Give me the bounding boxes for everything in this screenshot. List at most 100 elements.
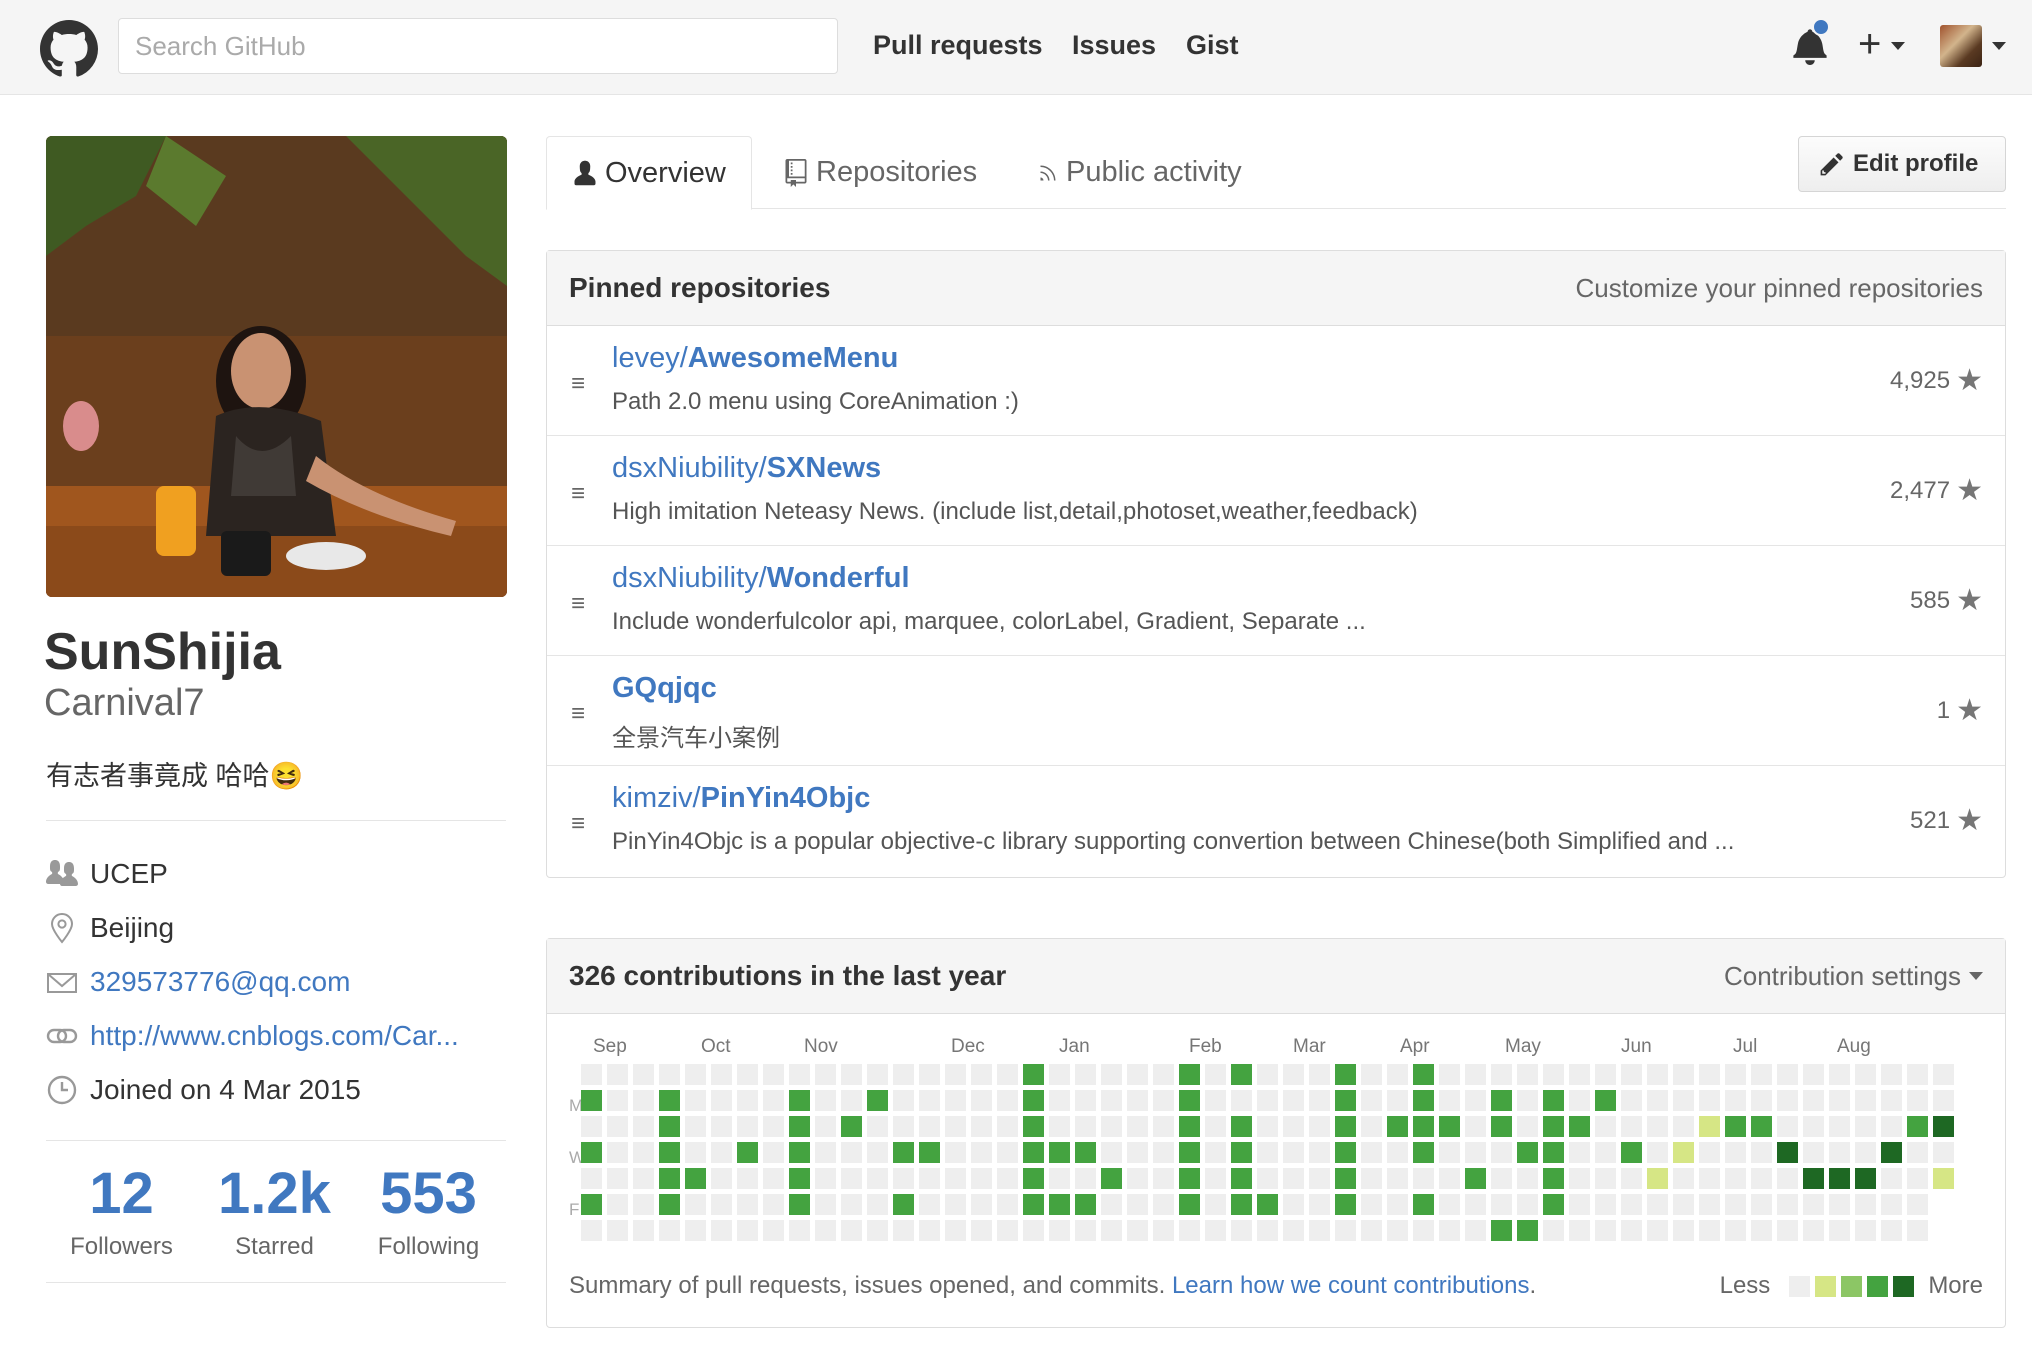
followers-stat[interactable]: 12 Followers bbox=[44, 1160, 199, 1261]
contribution-day-cell[interactable] bbox=[1465, 1142, 1486, 1163]
contribution-day-cell[interactable] bbox=[919, 1220, 940, 1241]
contribution-day-cell[interactable] bbox=[1205, 1064, 1226, 1085]
contribution-day-cell[interactable] bbox=[1881, 1194, 1902, 1215]
contribution-day-cell[interactable] bbox=[1101, 1220, 1122, 1241]
drag-handle-icon[interactable]: ≡ bbox=[571, 700, 585, 728]
contribution-day-cell[interactable] bbox=[1179, 1168, 1200, 1189]
contribution-day-cell[interactable] bbox=[659, 1194, 680, 1215]
contribution-day-cell[interactable] bbox=[997, 1116, 1018, 1137]
contribution-day-cell[interactable] bbox=[1127, 1142, 1148, 1163]
customize-pins-link[interactable]: Customize your pinned repositories bbox=[1575, 273, 1983, 304]
contribution-day-cell[interactable] bbox=[971, 1168, 992, 1189]
contribution-day-cell[interactable] bbox=[1933, 1168, 1954, 1189]
contribution-day-cell[interactable] bbox=[1387, 1142, 1408, 1163]
contribution-day-cell[interactable] bbox=[1309, 1064, 1330, 1085]
contribution-day-cell[interactable] bbox=[1465, 1064, 1486, 1085]
contribution-day-cell[interactable] bbox=[737, 1064, 758, 1085]
contribution-day-cell[interactable] bbox=[1491, 1168, 1512, 1189]
contribution-day-cell[interactable] bbox=[1361, 1116, 1382, 1137]
drag-handle-icon[interactable]: ≡ bbox=[571, 370, 585, 398]
contribution-day-cell[interactable] bbox=[1179, 1142, 1200, 1163]
contribution-day-cell[interactable] bbox=[1127, 1116, 1148, 1137]
contribution-day-cell[interactable] bbox=[1517, 1116, 1538, 1137]
contribution-day-cell[interactable] bbox=[1881, 1142, 1902, 1163]
contribution-day-cell[interactable] bbox=[1933, 1142, 1954, 1163]
contribution-day-cell[interactable] bbox=[1023, 1168, 1044, 1189]
contribution-day-cell[interactable] bbox=[1101, 1168, 1122, 1189]
contribution-day-cell[interactable] bbox=[945, 1194, 966, 1215]
contribution-day-cell[interactable] bbox=[841, 1064, 862, 1085]
repo-stars[interactable]: 1 ★ bbox=[1937, 696, 1983, 726]
contribution-day-cell[interactable] bbox=[1309, 1090, 1330, 1111]
contribution-day-cell[interactable] bbox=[815, 1064, 836, 1085]
contribution-day-cell[interactable] bbox=[1621, 1064, 1642, 1085]
contribution-day-cell[interactable] bbox=[1387, 1090, 1408, 1111]
contribution-day-cell[interactable] bbox=[1543, 1090, 1564, 1111]
contribution-day-cell[interactable] bbox=[945, 1090, 966, 1111]
contribution-day-cell[interactable] bbox=[815, 1168, 836, 1189]
drag-handle-icon[interactable]: ≡ bbox=[571, 480, 585, 508]
contribution-day-cell[interactable] bbox=[1855, 1064, 1876, 1085]
contribution-day-cell[interactable] bbox=[1855, 1090, 1876, 1111]
contribution-day-cell[interactable] bbox=[1257, 1064, 1278, 1085]
contribution-day-cell[interactable] bbox=[1933, 1116, 1954, 1137]
contribution-day-cell[interactable] bbox=[1673, 1220, 1694, 1241]
contribution-day-cell[interactable] bbox=[867, 1194, 888, 1215]
contribution-day-cell[interactable] bbox=[763, 1168, 784, 1189]
contribution-day-cell[interactable] bbox=[581, 1168, 602, 1189]
contribution-day-cell[interactable] bbox=[1491, 1194, 1512, 1215]
contribution-day-cell[interactable] bbox=[1673, 1090, 1694, 1111]
user-menu-avatar[interactable] bbox=[1940, 25, 1982, 67]
contribution-day-cell[interactable] bbox=[1647, 1064, 1668, 1085]
contribution-day-cell[interactable] bbox=[737, 1220, 758, 1241]
contribution-day-cell[interactable] bbox=[945, 1142, 966, 1163]
contribution-day-cell[interactable] bbox=[1413, 1116, 1434, 1137]
edit-profile-button[interactable]: Edit profile bbox=[1798, 136, 2006, 192]
github-logo-icon[interactable] bbox=[40, 20, 98, 78]
contribution-day-cell[interactable] bbox=[1179, 1220, 1200, 1241]
contribution-day-cell[interactable] bbox=[1725, 1142, 1746, 1163]
contribution-day-cell[interactable] bbox=[1205, 1142, 1226, 1163]
contribution-day-cell[interactable] bbox=[945, 1168, 966, 1189]
contribution-day-cell[interactable] bbox=[919, 1142, 940, 1163]
contribution-day-cell[interactable] bbox=[1231, 1142, 1252, 1163]
contribution-day-cell[interactable] bbox=[1829, 1168, 1850, 1189]
contribution-day-cell[interactable] bbox=[1205, 1090, 1226, 1111]
contribution-day-cell[interactable] bbox=[789, 1220, 810, 1241]
contribution-day-cell[interactable] bbox=[893, 1168, 914, 1189]
contribution-day-cell[interactable] bbox=[971, 1194, 992, 1215]
contribution-day-cell[interactable] bbox=[1101, 1194, 1122, 1215]
contribution-day-cell[interactable] bbox=[1153, 1194, 1174, 1215]
contribution-day-cell[interactable] bbox=[1907, 1064, 1928, 1085]
contribution-day-cell[interactable] bbox=[1075, 1116, 1096, 1137]
contribution-day-cell[interactable] bbox=[1777, 1116, 1798, 1137]
contribution-day-cell[interactable] bbox=[893, 1142, 914, 1163]
contribution-day-cell[interactable] bbox=[1309, 1142, 1330, 1163]
contribution-day-cell[interactable] bbox=[1335, 1064, 1356, 1085]
learn-how-link[interactable]: Learn how we count contributions bbox=[1172, 1272, 1530, 1299]
contribution-day-cell[interactable] bbox=[1075, 1168, 1096, 1189]
contribution-day-cell[interactable] bbox=[945, 1116, 966, 1137]
contribution-day-cell[interactable] bbox=[659, 1168, 680, 1189]
contribution-day-cell[interactable] bbox=[1439, 1168, 1460, 1189]
contribution-day-cell[interactable] bbox=[1387, 1064, 1408, 1085]
contribution-day-cell[interactable] bbox=[711, 1194, 732, 1215]
contribution-day-cell[interactable] bbox=[867, 1168, 888, 1189]
contribution-day-cell[interactable] bbox=[633, 1194, 654, 1215]
contribution-day-cell[interactable] bbox=[1595, 1168, 1616, 1189]
contribution-day-cell[interactable] bbox=[1699, 1116, 1720, 1137]
contribution-day-cell[interactable] bbox=[1231, 1064, 1252, 1085]
contribution-day-cell[interactable] bbox=[1725, 1064, 1746, 1085]
contribution-day-cell[interactable] bbox=[1413, 1194, 1434, 1215]
contribution-day-cell[interactable] bbox=[1881, 1220, 1902, 1241]
contribution-day-cell[interactable] bbox=[685, 1142, 706, 1163]
contribution-day-cell[interactable] bbox=[1803, 1090, 1824, 1111]
contribution-day-cell[interactable] bbox=[1621, 1116, 1642, 1137]
contribution-day-cell[interactable] bbox=[737, 1194, 758, 1215]
contribution-day-cell[interactable] bbox=[841, 1168, 862, 1189]
repo-link[interactable]: kimziv/PinYin4Objc bbox=[612, 782, 870, 815]
contribution-day-cell[interactable] bbox=[1855, 1168, 1876, 1189]
contribution-day-cell[interactable] bbox=[1621, 1142, 1642, 1163]
contribution-day-cell[interactable] bbox=[1569, 1116, 1590, 1137]
contribution-day-cell[interactable] bbox=[1569, 1090, 1590, 1111]
